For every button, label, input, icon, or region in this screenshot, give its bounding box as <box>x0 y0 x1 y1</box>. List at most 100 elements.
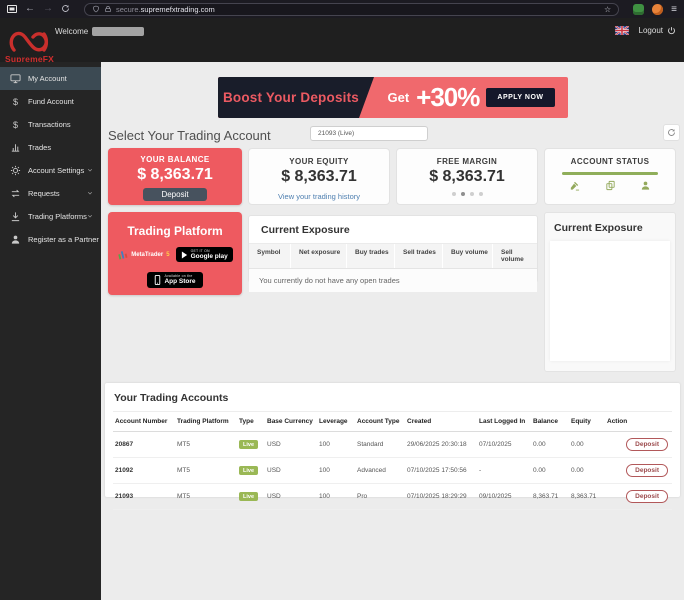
table-row: 21092 MT5 Live USD 100 Advanced 07/10/20… <box>113 458 672 484</box>
window-icon <box>7 5 17 13</box>
logout-button[interactable]: Logout <box>639 26 676 35</box>
forward-icon[interactable]: → <box>43 4 53 14</box>
reload-icon[interactable] <box>61 0 70 18</box>
cell-platform: MT5 <box>175 432 237 458</box>
col-action: Action <box>605 412 672 432</box>
free-margin-value: $ 8,363.71 <box>397 168 537 186</box>
welcome-name-redacted <box>92 27 144 36</box>
banner-percent: +30% <box>416 82 479 113</box>
cell-equity: 8,363.71 <box>569 484 605 510</box>
exposure-col-symbol: Symbol <box>249 244 291 268</box>
page: ← → secure.supremefxtrading.com ☆ ≡ Supr… <box>0 0 684 600</box>
metatrader-logo-icon <box>117 249 128 260</box>
refresh-button[interactable] <box>663 124 680 141</box>
col-equity: Equity <box>569 412 605 432</box>
cell-currency: USD <box>265 432 317 458</box>
app-header: SupremeFX Welcome Logout <box>0 18 684 62</box>
banner-get-label: Get <box>387 90 409 105</box>
cell-platform: MT5 <box>175 484 237 510</box>
trading-accounts-title: Your Trading Accounts <box>105 383 680 411</box>
cell-balance: 8,363.71 <box>531 484 569 510</box>
cell-leverage: 100 <box>317 484 355 510</box>
balance-value: $ 8,363.71 <box>108 166 242 184</box>
col-base-currency: Base Currency <box>265 412 317 432</box>
cell-account-number: 21092 <box>113 458 175 484</box>
chevron-down-icon <box>87 189 93 198</box>
row-deposit-button[interactable]: Deposit <box>626 490 668 503</box>
trading-accounts-table: Account Number Trading Platform Type Bas… <box>113 411 672 510</box>
logout-label: Logout <box>639 26 663 35</box>
google-play-line2: Google play <box>191 253 228 260</box>
col-leverage: Leverage <box>317 412 355 432</box>
trading-history-link[interactable]: View your trading history <box>278 192 360 201</box>
back-icon[interactable]: ← <box>25 4 35 14</box>
sidebar-item-fund-account[interactable]: $ Fund Account <box>0 90 101 113</box>
sidebar-item-register-partner[interactable]: Register as a Partner <box>0 228 101 251</box>
trading-platform-card: Trading Platform MetaTrader 5 GET IT ON … <box>108 212 242 295</box>
sidebar-item-transactions[interactable]: $ Transactions <box>0 113 101 136</box>
row-deposit-button[interactable]: Deposit <box>626 464 668 477</box>
sidebar-label: Trading Platforms <box>28 212 87 221</box>
app-store-badge[interactable]: Available on the App Store <box>147 272 202 288</box>
balance-card: YOUR BALANCE $ 8,363.71 Deposit <box>108 148 242 205</box>
deposit-button[interactable]: Deposit <box>143 188 206 201</box>
supremefx-logo-icon <box>6 19 52 55</box>
equity-value: $ 8,363.71 <box>249 168 389 186</box>
cell-account-type: Advanced <box>355 458 405 484</box>
chevron-down-icon <box>87 166 93 175</box>
extension-icon-green[interactable] <box>633 4 644 15</box>
account-status-title: ACCOUNT STATUS <box>545 157 675 166</box>
sidebar-item-account-settings[interactable]: Account Settings <box>0 159 101 182</box>
cell-platform: MT5 <box>175 458 237 484</box>
language-flag-icon[interactable] <box>615 26 629 35</box>
browser-menu-icon[interactable]: ≡ <box>671 4 677 15</box>
trading-accounts-card: Your Trading Accounts Account Number Tra… <box>105 383 680 497</box>
play-triangle-icon <box>181 251 188 259</box>
documents-icon <box>605 180 616 191</box>
metatrader-label: MetaTrader <box>131 252 163 258</box>
sidebar-label: Register as a Partner <box>28 235 99 244</box>
apply-now-button[interactable]: APPLY NOW <box>486 88 554 107</box>
cell-account-type: Standard <box>355 432 405 458</box>
free-margin-card: FREE MARGIN $ 8,363.71 <box>396 148 538 205</box>
cell-last-login: - <box>477 458 531 484</box>
promo-banner: Boost Your Deposits Get +30% APPLY NOW <box>218 77 568 118</box>
status-progress-bar <box>562 172 658 175</box>
live-badge: Live <box>239 492 258 501</box>
dollar-icon: $ <box>10 119 21 130</box>
cell-created: 07/10/2025 17:50:56 <box>405 458 477 484</box>
cell-leverage: 100 <box>317 458 355 484</box>
account-status-card: ACCOUNT STATUS <box>544 148 676 205</box>
account-select-dropdown[interactable]: 21093 (Live) <box>310 126 428 141</box>
sidebar-item-trading-platforms[interactable]: Trading Platforms <box>0 205 101 228</box>
table-row: 20867 MT5 Live USD 100 Standard 29/06/20… <box>113 432 672 458</box>
carousel-dots[interactable] <box>397 192 537 196</box>
cell-equity: 0.00 <box>569 458 605 484</box>
sidebar-item-trades[interactable]: Trades <box>0 136 101 159</box>
exposure-empty-message: You currently do not have any open trade… <box>249 269 537 292</box>
col-account-type: Account Type <box>355 412 405 432</box>
sidebar-item-requests[interactable]: Requests <box>0 182 101 205</box>
cell-currency: USD <box>265 458 317 484</box>
metatrader-version: 5 <box>166 252 169 258</box>
equity-title: YOUR EQUITY <box>249 157 389 166</box>
table-row: 21093 MT5 Live USD 100 Pro 07/10/2025 18… <box>113 484 672 510</box>
extension-icon-orange[interactable] <box>652 4 663 15</box>
exposure-chart-panel: Current Exposure <box>544 212 676 372</box>
google-play-badge[interactable]: GET IT ON Google play <box>176 247 233 262</box>
address-bar[interactable]: secure.supremefxtrading.com ☆ <box>84 3 619 16</box>
bar-chart-icon <box>10 142 21 153</box>
metatrader5-badge[interactable]: MetaTrader 5 <box>117 249 169 260</box>
monitor-icon <box>10 73 21 84</box>
exposure-col-sell-volume: Sell volume <box>493 244 537 268</box>
live-badge: Live <box>239 440 258 449</box>
col-type: Type <box>237 412 265 432</box>
bookmark-star-icon[interactable]: ☆ <box>604 5 611 14</box>
live-badge: Live <box>239 466 258 475</box>
row-deposit-button[interactable]: Deposit <box>626 438 668 451</box>
sidebar-item-my-account[interactable]: My Account <box>0 67 101 90</box>
cell-balance: 0.00 <box>531 458 569 484</box>
exposure-chart-area <box>550 241 670 361</box>
banner-left: Boost Your Deposits <box>218 77 374 118</box>
phone-icon <box>154 275 161 285</box>
